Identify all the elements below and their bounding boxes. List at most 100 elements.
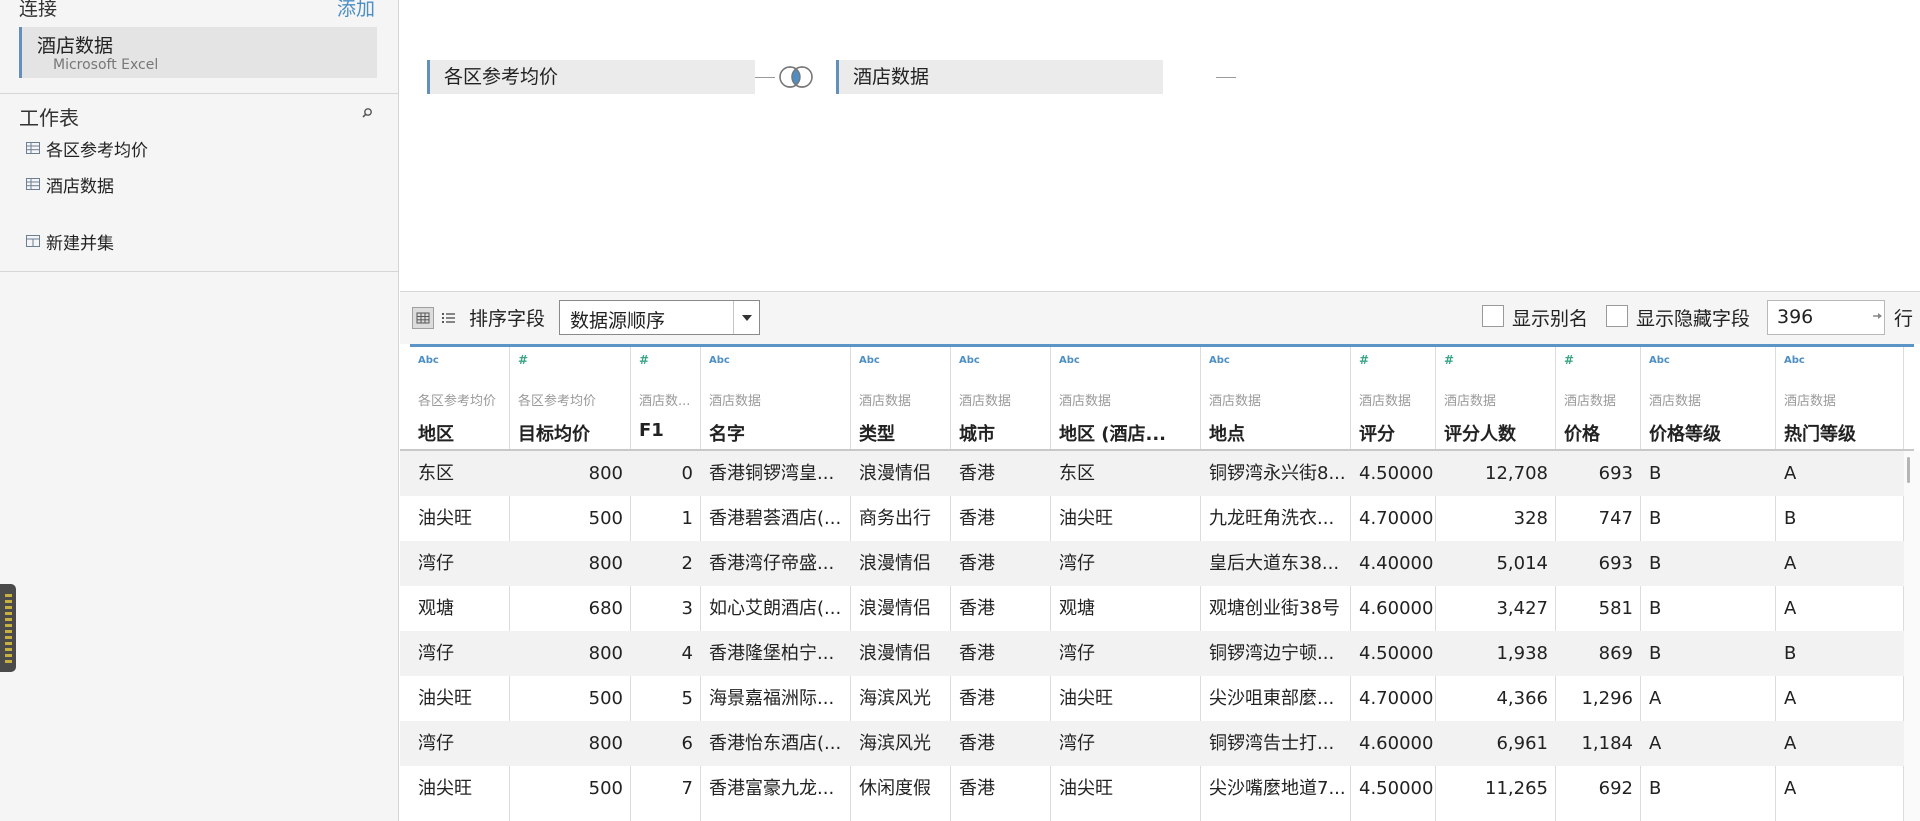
table-row[interactable]: 油尖旺 500 7 香港富豪九龙... 休闲度假 香港 油尖旺 尖沙嘴麼地道7... 4.500… bbox=[400, 766, 1904, 811]
column-header[interactable]: Abc 酒店数据 地区 (酒店... bbox=[1051, 347, 1200, 450]
new-union-item[interactable]: 新建并集 bbox=[26, 228, 114, 254]
worksheets-header: 工作表 bbox=[19, 106, 79, 130]
table-cell: B bbox=[1649, 643, 1662, 664]
union-icon bbox=[26, 235, 40, 247]
table-cell: 0 bbox=[681, 463, 693, 484]
table-cell: 500 bbox=[588, 508, 623, 529]
table-cell: 693 bbox=[1598, 553, 1633, 574]
worksheet-label: 酒店数据 bbox=[46, 176, 114, 197]
column-header[interactable]: Abc 酒店数据 名字 bbox=[701, 347, 850, 450]
column-name: 地区 bbox=[418, 424, 454, 445]
table-cell: A bbox=[1784, 553, 1797, 574]
column-source: 酒店数据 bbox=[1359, 394, 1412, 409]
sort-fields-value: 数据源顺序 bbox=[570, 310, 666, 332]
column-header[interactable]: Abc 酒店数据 价格等级 bbox=[1641, 347, 1775, 450]
table-cell: 观塘 bbox=[418, 598, 454, 619]
column-header[interactable]: Abc 酒店数据 热门等级 bbox=[1776, 347, 1903, 450]
string-type-icon[interactable]: Abc bbox=[1649, 355, 1670, 366]
table-cell: 油尖旺 bbox=[418, 778, 472, 799]
table-row[interactable]: 观塘 680 3 如心艾朗酒店(... 浪漫情侣 香港 观塘 观塘创业街38号 4.60000 3… bbox=[400, 586, 1904, 631]
column-source: 酒店数据 bbox=[1444, 394, 1497, 409]
table-cell: 湾仔 bbox=[418, 553, 454, 574]
volume-meter-widget[interactable] bbox=[0, 584, 16, 672]
search-icon[interactable] bbox=[360, 106, 374, 120]
sort-fields-label: 排序字段 bbox=[469, 308, 546, 330]
vertical-scrollbar[interactable] bbox=[1904, 451, 1920, 821]
table-cell: 7 bbox=[681, 778, 693, 799]
table-cell: 油尖旺 bbox=[1059, 778, 1113, 799]
number-type-icon[interactable]: # bbox=[639, 353, 649, 367]
table-cell: 香港 bbox=[959, 778, 995, 799]
show-alias-checkbox[interactable] bbox=[1482, 305, 1504, 327]
table-cell: A bbox=[1784, 733, 1797, 754]
column-header[interactable]: # 酒店数据 评分人数 bbox=[1436, 347, 1555, 450]
string-type-icon[interactable]: Abc bbox=[1209, 355, 1230, 366]
left-join-icon[interactable] bbox=[775, 64, 817, 90]
column-header[interactable]: # 酒店数据 价格 bbox=[1556, 347, 1640, 450]
string-type-icon[interactable]: Abc bbox=[418, 355, 439, 366]
grid-view-icon[interactable] bbox=[412, 307, 434, 329]
table-cell: 1,296 bbox=[1581, 688, 1633, 709]
string-type-icon[interactable]: Abc bbox=[859, 355, 880, 366]
show-hidden-fields-checkbox[interactable] bbox=[1606, 305, 1628, 327]
table-row[interactable]: 湾仔 800 6 香港怡东酒店(... 海滨风光 香港 湾仔 铜锣湾告士打... 4.60000… bbox=[400, 721, 1904, 766]
string-type-icon[interactable]: Abc bbox=[709, 355, 730, 366]
canvas-table-hotel-data[interactable]: 酒店数据 bbox=[836, 60, 1163, 94]
table-cell: 香港 bbox=[959, 598, 995, 619]
column-header[interactable]: Abc 酒店数据 城市 bbox=[951, 347, 1050, 450]
add-connection-link[interactable]: 添加 bbox=[337, 0, 375, 21]
rows-count-input[interactable]: 396 bbox=[1767, 300, 1885, 335]
table-cell: 4 bbox=[681, 643, 693, 664]
column-name: 名字 bbox=[709, 424, 745, 445]
column-name: 热门等级 bbox=[1784, 424, 1856, 445]
table-cell: 湾仔 bbox=[1059, 643, 1095, 664]
number-type-icon[interactable]: # bbox=[518, 353, 528, 367]
table-row[interactable]: 东区 800 0 香港铜锣湾皇... 浪漫情侣 香港 东区 铜锣湾永兴街8... 4.50000… bbox=[400, 451, 1904, 496]
column-header[interactable]: Abc 酒店数据 地点 bbox=[1201, 347, 1350, 450]
table-cell: 692 bbox=[1598, 778, 1633, 799]
table-cell: 油尖旺 bbox=[418, 508, 472, 529]
table-cell: 香港湾仔帝盛... bbox=[709, 553, 835, 574]
column-header[interactable]: Abc 各区参考均价地区 bbox=[410, 347, 509, 450]
table-cell: 香港 bbox=[959, 643, 995, 664]
table-icon bbox=[26, 142, 40, 154]
string-type-icon[interactable]: Abc bbox=[1059, 355, 1080, 366]
string-type-icon[interactable]: Abc bbox=[959, 355, 980, 366]
column-header[interactable]: # 酒店数... F1 bbox=[631, 347, 700, 450]
grid-toolbar: 排序字段 数据源顺序 显示别名 显示隐藏字段 396 行 bbox=[400, 291, 1920, 344]
table-row[interactable]: 油尖旺 500 5 海景嘉福洲际... 海滨风光 香港 油尖旺 尖沙咀東部麼... 4.7000… bbox=[400, 676, 1904, 721]
number-type-icon[interactable]: # bbox=[1359, 353, 1369, 367]
table-row[interactable]: 湾仔 800 4 香港隆堡柏宁... 浪漫情侣 香港 湾仔 铜锣湾边宁顿... 4.50000 1… bbox=[400, 631, 1904, 676]
list-view-icon[interactable] bbox=[438, 307, 460, 329]
data-grid: Abc 各区参考均价 地区 # 各区参考均价 目标均价 # 酒店数... F1 Abc 酒店数据 名字… bbox=[400, 344, 1920, 821]
worksheet-item-hotel-data[interactable]: 酒店数据 bbox=[26, 171, 114, 197]
table-cell: 海景嘉福洲际... bbox=[709, 688, 835, 709]
table-icon bbox=[26, 178, 40, 190]
column-source: 酒店数据 bbox=[1209, 394, 1262, 409]
table-cell: 800 bbox=[588, 463, 623, 484]
column-header[interactable]: # 酒店数据 评分 bbox=[1351, 347, 1435, 450]
number-type-icon[interactable]: # bbox=[1564, 353, 1574, 367]
table-cell: 湾仔 bbox=[418, 733, 454, 754]
table-cell: A bbox=[1784, 598, 1797, 619]
table-cell: 香港 bbox=[959, 508, 995, 529]
column-source: 各区参考均价 bbox=[418, 394, 497, 409]
canvas-table-area-price[interactable]: 各区参考均价 bbox=[427, 60, 755, 94]
number-type-icon[interactable]: # bbox=[1444, 353, 1454, 367]
table-row[interactable]: 湾仔 800 2 香港湾仔帝盛... 浪漫情侣 香港 湾仔 皇后大道东38... 4.40000… bbox=[400, 541, 1904, 586]
table-cell: A bbox=[1784, 688, 1797, 709]
connection-item[interactable]: 酒店数据 Microsoft Excel bbox=[19, 27, 377, 78]
table-cell: 2 bbox=[681, 553, 693, 574]
apply-arrow-icon[interactable] bbox=[1872, 310, 1884, 322]
sort-fields-select[interactable]: 数据源顺序 bbox=[559, 300, 760, 335]
table-cell: 3 bbox=[681, 598, 693, 619]
column-header[interactable]: # 各区参考均价 目标均价 bbox=[510, 347, 630, 450]
table-cell: 4.50000 bbox=[1359, 643, 1434, 664]
column-header[interactable]: Abc 酒店数据 类型 bbox=[851, 347, 950, 450]
table-cell: 680 bbox=[588, 598, 623, 619]
string-type-icon[interactable]: Abc bbox=[1784, 355, 1805, 366]
table-cell: 4,366 bbox=[1496, 688, 1548, 709]
worksheet-item-area-price[interactable]: 各区参考均价 bbox=[26, 135, 148, 161]
column-source: 各区参考均价 bbox=[518, 394, 597, 409]
table-row[interactable]: 油尖旺 500 1 香港碧荟酒店(... 商务出行 香港 油尖旺 九龙旺角洗衣... 4.700… bbox=[400, 496, 1904, 541]
